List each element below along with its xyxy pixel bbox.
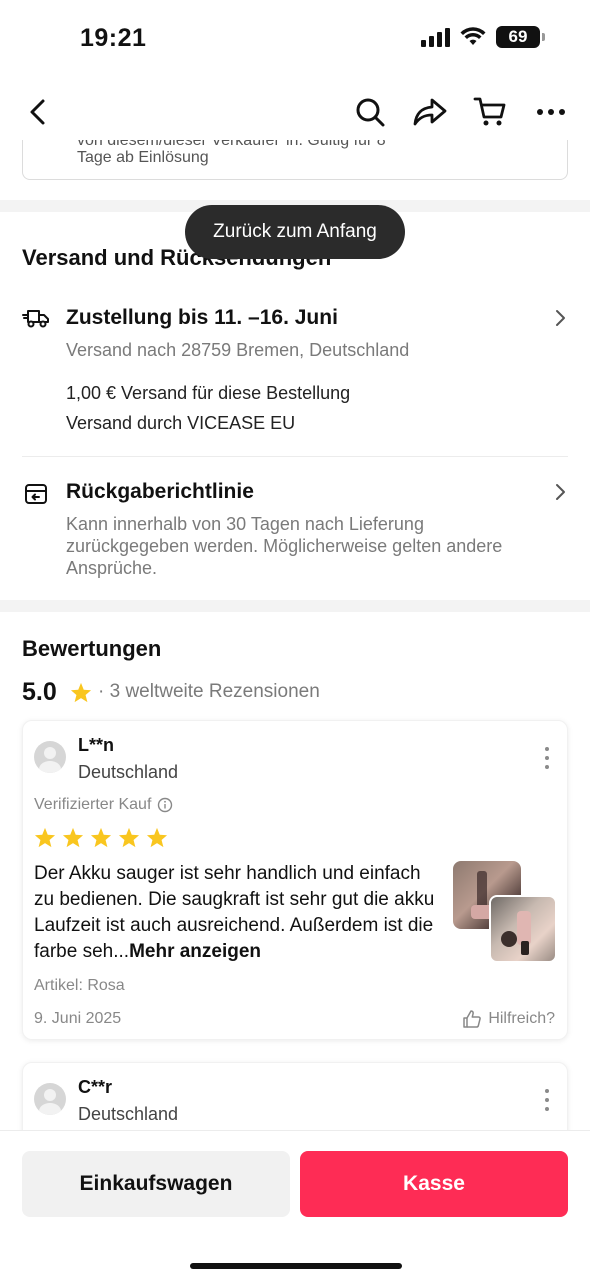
chevron-right-icon bbox=[552, 307, 568, 329]
reviewer-name: C**r bbox=[78, 1077, 113, 1097]
chevron-right-icon bbox=[552, 481, 568, 503]
back-to-top-toast[interactable]: Zurück zum Anfang bbox=[185, 205, 405, 259]
reviewer-name: L**n bbox=[78, 735, 114, 755]
helpful-label: Hilfreich? bbox=[488, 1010, 555, 1027]
star-icon bbox=[146, 827, 168, 848]
review-card: L**n Deutschland Verifizierter Kauf Der … bbox=[22, 720, 568, 1040]
add-to-cart-button[interactable]: Einkaufswagen bbox=[22, 1151, 290, 1217]
back-icon[interactable] bbox=[20, 94, 56, 130]
review-stars bbox=[34, 827, 168, 848]
delivery-address: Versand nach 28759 Bremen, Deutschland bbox=[66, 340, 410, 360]
review-text: Der Akku sauger ist sehr handlich und ei… bbox=[34, 861, 444, 965]
star-icon bbox=[118, 827, 140, 848]
wifi-icon bbox=[460, 27, 486, 45]
verified-purchase: Verifizierter Kauf bbox=[34, 796, 173, 814]
star-icon bbox=[34, 827, 56, 848]
status-indicators: 69 bbox=[421, 26, 545, 48]
review-photo-thumbnail[interactable] bbox=[489, 895, 557, 963]
star-icon bbox=[62, 827, 84, 848]
delivery-title: Zustellung bis 11. –16. Juni bbox=[66, 306, 338, 329]
row-divider bbox=[22, 456, 568, 457]
more-horizontal-icon[interactable] bbox=[533, 94, 569, 130]
review-article: Artikel: Rosa bbox=[34, 977, 125, 994]
more-vertical-icon[interactable] bbox=[543, 747, 551, 769]
truck-icon bbox=[22, 304, 50, 332]
more-vertical-icon[interactable] bbox=[543, 1089, 551, 1111]
avatar bbox=[34, 1083, 66, 1115]
share-icon[interactable] bbox=[412, 94, 448, 130]
reviews-section-title: Bewertungen bbox=[22, 636, 162, 661]
battery-icon: 69 bbox=[496, 26, 545, 48]
return-policy-title: Rückgaberichtlinie bbox=[66, 480, 254, 503]
helpful-button[interactable]: Hilfreich? bbox=[462, 1009, 555, 1029]
star-icon bbox=[70, 682, 92, 708]
return-box-icon bbox=[22, 480, 50, 508]
review-date: 9. Juni 2025 bbox=[34, 1010, 122, 1027]
bottom-action-bar: Einkaufswagen Kasse bbox=[0, 1130, 590, 1280]
status-bar: 19:21 69 bbox=[0, 0, 590, 80]
info-icon[interactable] bbox=[157, 797, 173, 813]
rating-score: 5.0 bbox=[22, 678, 57, 706]
voucher-text-line2: Tage ab Einlösung bbox=[77, 149, 209, 166]
review-count[interactable]: · 3 weltweite Rezensionen bbox=[98, 681, 320, 703]
home-indicator[interactable] bbox=[190, 1263, 402, 1269]
avatar bbox=[34, 741, 66, 773]
star-icon bbox=[90, 827, 112, 848]
reviewer-country: Deutschland bbox=[78, 1104, 179, 1124]
cellular-signal-icon bbox=[421, 27, 450, 47]
search-icon[interactable] bbox=[352, 94, 388, 130]
shipping-carrier: Versand durch VICEASE EU bbox=[66, 413, 296, 433]
thumbs-up-icon bbox=[463, 1010, 482, 1028]
voucher-card: von diesem/dieser Verkäufer*in. Gültig f… bbox=[22, 140, 568, 180]
return-policy-text: Kann innerhalb von 30 Tagen nach Lieferu… bbox=[66, 514, 503, 578]
cart-icon[interactable] bbox=[472, 94, 508, 130]
status-time: 19:21 bbox=[80, 24, 147, 52]
verified-label: Verifizierter Kauf bbox=[34, 796, 152, 813]
reviewer-country: Deutschland bbox=[78, 762, 179, 782]
section-divider bbox=[0, 600, 590, 612]
nav-bar bbox=[0, 86, 590, 138]
shipping-cost: 1,00 € Versand für diese Bestellung bbox=[66, 383, 351, 403]
show-more-link[interactable]: Mehr anzeigen bbox=[129, 941, 261, 962]
checkout-button[interactable]: Kasse bbox=[300, 1151, 568, 1217]
